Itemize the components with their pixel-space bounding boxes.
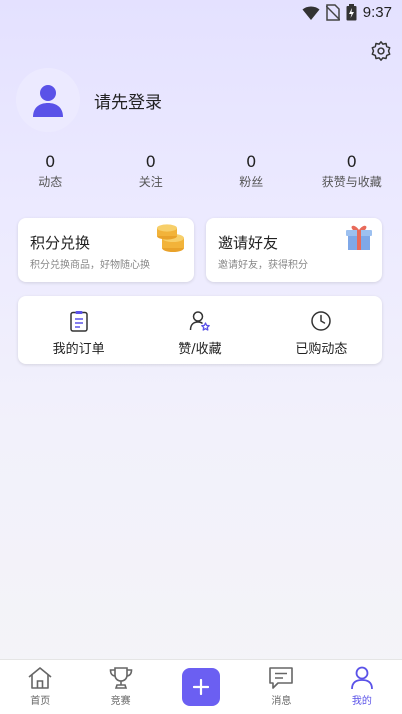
menu-likes-favorites[interactable]: 赞/收藏: [139, 296, 260, 364]
login-prompt[interactable]: 请先登录: [94, 88, 162, 113]
user-avatar-icon: [33, 85, 63, 117]
clipboard-icon: [69, 311, 88, 332]
card-title: 积分兑换: [30, 234, 91, 252]
status-bar: 9:37: [0, 0, 402, 28]
tab-messages[interactable]: 消息: [241, 660, 321, 714]
stat-label: 获赞与收藏: [321, 175, 382, 189]
tab-competition[interactable]: 竞赛: [80, 660, 160, 714]
tab-label: 竞赛: [110, 696, 131, 707]
points-exchange-card[interactable]: 积分兑换 积分兑换商品，好物随心换: [18, 218, 194, 282]
tab-label: 首页: [30, 696, 51, 707]
stat-count: 0: [246, 152, 257, 171]
invite-friends-card[interactable]: 邀请好友 邀请好友，获得积分: [206, 218, 382, 282]
menu-label: 我的订单: [52, 342, 105, 357]
user-icon: [350, 666, 373, 690]
tab-label: 我的: [351, 696, 372, 707]
status-time: 9:37: [362, 4, 392, 21]
home-icon: [28, 667, 52, 689]
create-button[interactable]: [182, 668, 221, 706]
stat-followers[interactable]: 0 粉丝: [201, 152, 302, 190]
stat-count: 0: [346, 152, 357, 171]
message-icon: [269, 667, 294, 689]
avatar[interactable]: [16, 68, 80, 132]
stat-label: 粉丝: [239, 175, 264, 189]
stat-count: 0: [145, 152, 156, 171]
card-subtitle: 邀请好友，获得积分: [218, 260, 308, 271]
stat-count: 0: [45, 152, 56, 171]
gear-icon: [371, 41, 391, 61]
status-icons: 9:37: [302, 4, 392, 21]
menu-label: 赞/收藏: [178, 342, 222, 357]
trophy-icon: [109, 667, 132, 689]
no-sim-icon: [325, 4, 340, 21]
coins-icon: [157, 224, 184, 252]
card-subtitle: 积分兑换商品，好物随心换: [30, 260, 150, 271]
tab-label: 消息: [271, 696, 292, 707]
card-title: 邀请好友: [218, 234, 279, 252]
user-star-icon: [189, 311, 210, 331]
battery-charging-icon: [346, 4, 357, 21]
quick-menu: 我的订单 赞/收藏 已购动态: [18, 296, 382, 364]
stats-row: 0 动态 0 关注 0 粉丝 0 获赞与收藏: [0, 152, 402, 190]
settings-button[interactable]: [370, 40, 392, 62]
gift-icon: [346, 225, 372, 250]
bottom-tab-bar: 首页 竞赛 消息 我的: [0, 659, 402, 714]
menu-purchased-posts[interactable]: 已购动态: [261, 296, 382, 364]
stat-posts[interactable]: 0 动态: [0, 152, 101, 190]
menu-my-orders[interactable]: 我的订单: [18, 296, 139, 364]
tab-me[interactable]: 我的: [322, 660, 402, 714]
clock-icon: [311, 311, 332, 331]
stat-label: 关注: [138, 175, 163, 189]
tab-create[interactable]: [161, 660, 241, 714]
menu-label: 已购动态: [295, 342, 348, 357]
wifi-icon: [302, 6, 320, 20]
tab-home[interactable]: 首页: [0, 660, 80, 714]
profile-header[interactable]: 请先登录: [16, 68, 162, 132]
stat-likes-favorites[interactable]: 0 获赞与收藏: [302, 152, 402, 190]
stat-label: 动态: [38, 175, 63, 189]
plus-icon: [193, 679, 210, 695]
stat-following[interactable]: 0 关注: [101, 152, 202, 190]
